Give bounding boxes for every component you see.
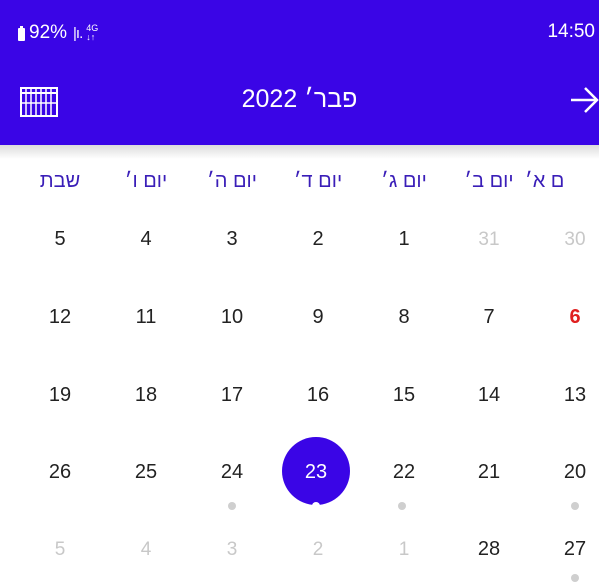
day-cell[interactable]: 26 (17, 461, 103, 484)
day-cell[interactable]: 20 (532, 461, 599, 484)
day-cell[interactable]: 4 (103, 228, 189, 251)
day-cell[interactable]: 12 (17, 306, 103, 329)
event-dot (312, 502, 320, 510)
arrow-right-icon (571, 87, 599, 113)
day-cell[interactable]: 5 (17, 228, 103, 251)
battery-icon (16, 25, 26, 42)
day-cell[interactable]: 25 (103, 461, 189, 484)
next-month-button[interactable] (569, 82, 599, 118)
event-dot (571, 502, 579, 510)
weekday-label: ם א׳ (525, 170, 565, 192)
day-cell[interactable]: 17 (189, 384, 275, 407)
day-cell[interactable]: 27 (532, 538, 599, 561)
day-cell[interactable]: 1 (361, 228, 447, 251)
day-cell[interactable]: 19 (17, 384, 103, 407)
day-cell[interactable]: 8 (361, 306, 447, 329)
day-cell-other-month[interactable]: 30 (532, 229, 599, 251)
day-cell-other-month[interactable]: 3 (189, 539, 275, 561)
day-cell[interactable]: 24 (189, 461, 275, 484)
day-cell[interactable]: 18 (103, 384, 189, 407)
day-cell-other-month[interactable]: 5 (17, 539, 103, 561)
day-cell[interactable]: 15 (361, 384, 447, 407)
day-cell[interactable]: 13 (532, 384, 599, 407)
event-dot (571, 574, 579, 582)
day-cell[interactable]: 16 (275, 384, 361, 407)
signal-icon: |ı. (73, 24, 83, 42)
day-cell-other-month[interactable]: 2 (275, 539, 361, 561)
day-cell-other-month[interactable]: 4 (103, 539, 189, 561)
weekday-label: יום ג׳ (381, 170, 427, 192)
battery-level: 92% (29, 22, 68, 43)
status-bar: 92% |ı. 4G ↓↑ 14:50 (0, 0, 599, 60)
weekday-label: יום ו׳ (124, 170, 168, 192)
day-cell-holiday[interactable]: 6 (532, 306, 599, 329)
network-icon: 4G ↓↑ (86, 24, 98, 42)
toolbar: פבר׳ 2022 (0, 60, 599, 145)
status-left: 92% |ı. 4G ↓↑ (16, 22, 98, 44)
day-cell[interactable]: 10 (189, 306, 275, 329)
day-cell[interactable]: 2 (275, 228, 361, 251)
day-cell[interactable]: 21 (446, 461, 532, 484)
day-cell[interactable]: 3 (189, 228, 275, 251)
selected-day[interactable]: 23 (273, 461, 359, 484)
day-cell[interactable]: 9 (275, 306, 361, 329)
day-cell-other-month[interactable]: 31 (446, 229, 532, 251)
day-cell[interactable]: 7 (446, 306, 532, 329)
event-dot (228, 502, 236, 510)
weekday-label: יום ב׳ (464, 170, 514, 192)
day-cell[interactable]: 22 (361, 461, 447, 484)
weekday-label: יום ה׳ (207, 170, 257, 192)
network-activity: ↓↑ (86, 32, 96, 42)
header-shadow (0, 145, 599, 159)
day-cell[interactable]: 11 (103, 306, 189, 329)
day-cell[interactable]: 28 (446, 538, 532, 561)
weekday-label: שבת (39, 170, 81, 192)
month-title: פבר׳ 2022 (241, 85, 358, 113)
event-dot (398, 502, 406, 510)
status-time: 14:50 (547, 21, 595, 42)
day-cell[interactable]: 14 (446, 384, 532, 407)
weekday-label: יום ד׳ (293, 170, 343, 192)
day-cell-other-month[interactable]: 1 (361, 539, 447, 561)
